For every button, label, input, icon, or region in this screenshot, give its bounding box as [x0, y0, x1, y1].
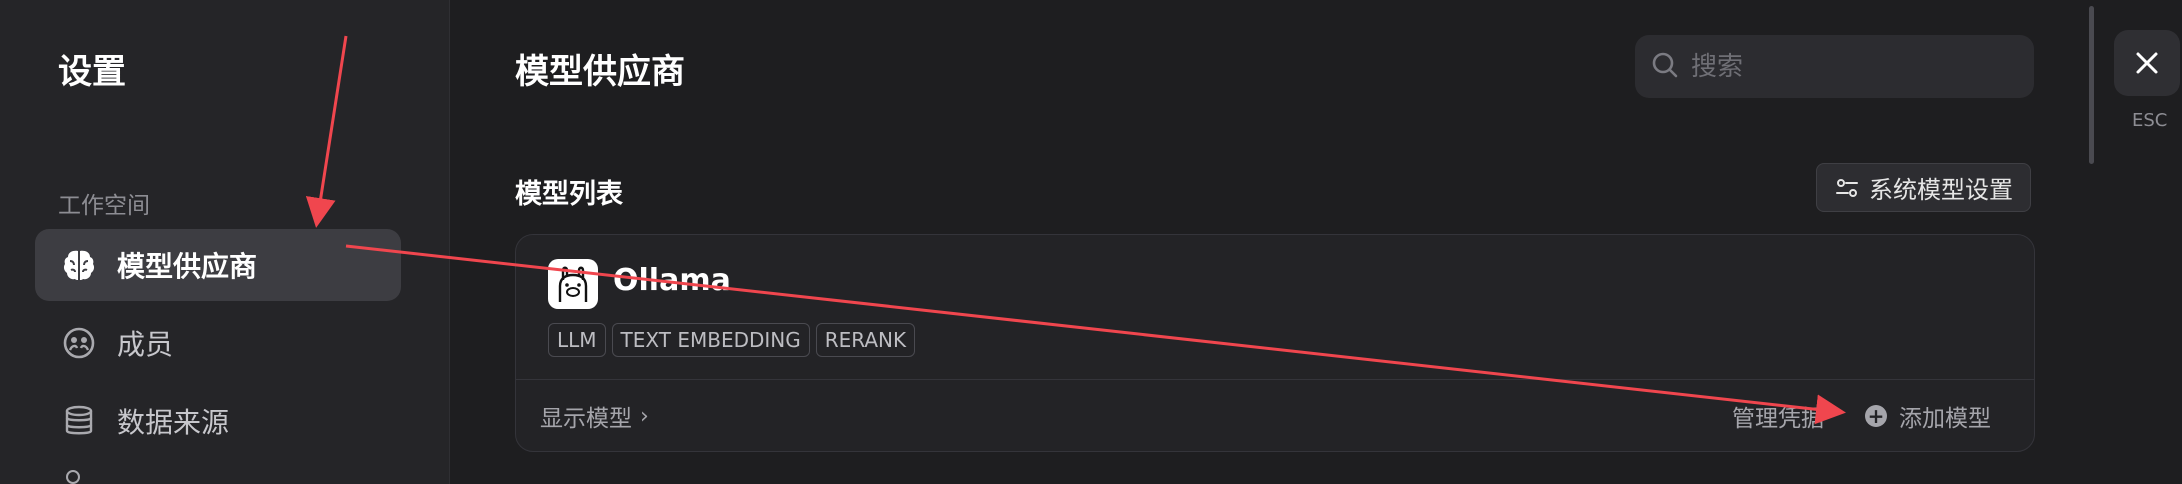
members-icon	[61, 325, 97, 361]
show-models-button[interactable]: 显示模型 ›	[540, 399, 649, 433]
chevron-right-icon: ›	[640, 403, 649, 429]
ollama-logo-icon	[548, 259, 598, 309]
scrollbar[interactable]	[2089, 6, 2094, 164]
model-type-tags: LLM TEXT EMBEDDING RERANK	[548, 323, 916, 357]
tag-llm: LLM	[548, 323, 606, 357]
sidebar-item-label: 成员	[117, 328, 174, 361]
plus-circle-icon: +	[1865, 404, 1887, 428]
settings-sliders-icon	[1836, 178, 1858, 197]
settings-sidebar: 设置 工作空间 模型供应商 成员 数据来源	[0, 0, 450, 484]
sidebar-item-data-source[interactable]: 数据来源	[35, 385, 401, 457]
sidebar-item-members[interactable]: 成员	[35, 307, 401, 379]
close-icon	[2136, 52, 2158, 74]
sidebar-item-label: 数据来源	[117, 406, 230, 439]
sidebar-title: 设置	[58, 52, 126, 92]
tag-text-embedding: TEXT EMBEDDING	[611, 323, 810, 357]
show-models-label: 显示模型	[540, 406, 632, 432]
workspace-section-label: 工作空间	[58, 193, 150, 219]
tag-rerank: RERANK	[815, 323, 916, 357]
sidebar-item-model-provider[interactable]: 模型供应商	[35, 229, 401, 301]
search-box[interactable]	[1635, 35, 2034, 98]
provider-name: Ollama	[613, 263, 731, 298]
page-title: 模型供应商	[515, 52, 685, 92]
add-model-label: 添加模型	[1899, 406, 1991, 432]
search-input[interactable]	[1689, 50, 2013, 83]
model-list-title: 模型列表	[515, 179, 623, 210]
add-model-button[interactable]: + 添加模型	[1865, 399, 1991, 433]
database-icon	[61, 403, 97, 439]
sidebar-item-label: 模型供应商	[117, 250, 258, 283]
esc-label: ESC	[2132, 110, 2168, 131]
next-item-icon	[66, 470, 80, 484]
brain-icon	[61, 247, 97, 283]
provider-card-ollama: Ollama LLM TEXT EMBEDDING RERANK 显示模型 › …	[515, 234, 2035, 452]
search-icon	[1651, 51, 1679, 83]
close-button[interactable]	[2114, 30, 2180, 96]
card-divider	[516, 379, 2034, 380]
system-model-settings-label: 系统模型设置	[1869, 176, 2013, 204]
system-model-settings-button[interactable]: 系统模型设置	[1816, 163, 2031, 212]
manage-credentials-button[interactable]: 管理凭据	[1732, 399, 1824, 433]
